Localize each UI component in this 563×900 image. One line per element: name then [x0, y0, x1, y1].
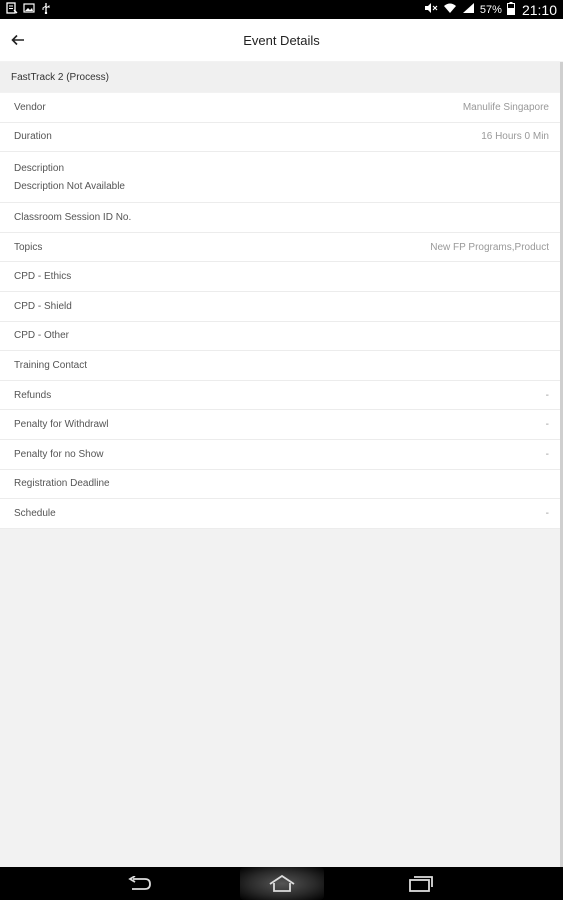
detail-row-cpd-shield: CPD - Shield — [0, 292, 560, 322]
back-icon — [128, 875, 151, 890]
detail-value: - — [545, 507, 549, 519]
nav-back-button[interactable] — [105, 867, 175, 900]
detail-row-cpd-ethics: CPD - Ethics — [0, 262, 560, 292]
description-text: Description Not Available — [14, 180, 125, 192]
signal-icon — [462, 2, 475, 17]
image-notification-icon — [23, 2, 35, 17]
detail-label: Duration — [14, 131, 52, 143]
event-name-header: FastTrack 2 (Process) — [0, 62, 560, 92]
detail-row-description: Description Description Not Available — [0, 152, 560, 204]
battery-icon — [506, 1, 515, 18]
notification-icons — [6, 2, 52, 17]
detail-row-refunds: Refunds - — [0, 381, 560, 411]
page-title: Event Details — [243, 32, 320, 48]
nav-home-button[interactable] — [247, 867, 317, 900]
detail-row-cpd-other: CPD - Other — [0, 322, 560, 352]
mute-icon — [424, 2, 438, 17]
detail-value: - — [545, 389, 549, 401]
detail-label: Classroom Session ID No. — [14, 211, 132, 223]
detail-row-registration-deadline: Registration Deadline — [0, 470, 560, 500]
system-icons: 57% 21:10 — [424, 1, 557, 18]
clock: 21:10 — [521, 1, 557, 18]
detail-row-vendor: Vendor Manulife Singapore — [0, 93, 560, 123]
detail-value: 16 Hours 0 Min — [481, 131, 549, 143]
status-bar: 57% 21:10 — [0, 0, 563, 19]
detail-value: New FP Programs,Product — [430, 241, 549, 253]
recent-apps-icon — [409, 875, 433, 892]
usb-notification-icon — [40, 2, 52, 17]
detail-row-penalty-withdrawl: Penalty for Withdrawl - — [0, 410, 560, 440]
detail-label: Training Contact — [14, 359, 87, 371]
detail-row-training-contact: Training Contact — [0, 351, 560, 381]
detail-label: Vendor — [14, 101, 46, 113]
event-details-list: Vendor Manulife Singapore Duration 16 Ho… — [0, 93, 560, 529]
detail-label: Penalty for no Show — [14, 448, 104, 460]
detail-label: Registration Deadline — [14, 478, 110, 490]
detail-row-topics: Topics New FP Programs,Product — [0, 233, 560, 263]
detail-row-duration: Duration 16 Hours 0 Min — [0, 123, 560, 153]
detail-label: Description — [14, 162, 65, 174]
detail-row-classroom-session-id: Classroom Session ID No. — [0, 203, 560, 233]
detail-label: Schedule — [14, 507, 56, 519]
detail-value: Manulife Singapore — [462, 101, 549, 113]
detail-row-penalty-no-show: Penalty for no Show - — [0, 440, 560, 470]
detail-row-schedule: Schedule - — [0, 499, 560, 529]
detail-value: - — [545, 448, 549, 460]
app-bar: Event Details — [0, 19, 563, 61]
detail-label: CPD - Other — [14, 330, 70, 342]
nav-recents-button[interactable] — [386, 867, 456, 900]
detail-label: Topics — [14, 241, 43, 253]
home-icon — [269, 874, 295, 892]
navigation-bar — [0, 867, 563, 900]
detail-label: Penalty for Withdrawl — [14, 419, 109, 431]
detail-label: CPD - Ethics — [14, 271, 72, 283]
battery-percent: 57% — [479, 3, 502, 16]
detail-value: - — [545, 419, 549, 431]
document-notification-icon — [6, 2, 18, 17]
wifi-icon — [443, 2, 457, 17]
detail-label: CPD - Shield — [14, 300, 72, 312]
detail-label: Refunds — [14, 389, 52, 401]
